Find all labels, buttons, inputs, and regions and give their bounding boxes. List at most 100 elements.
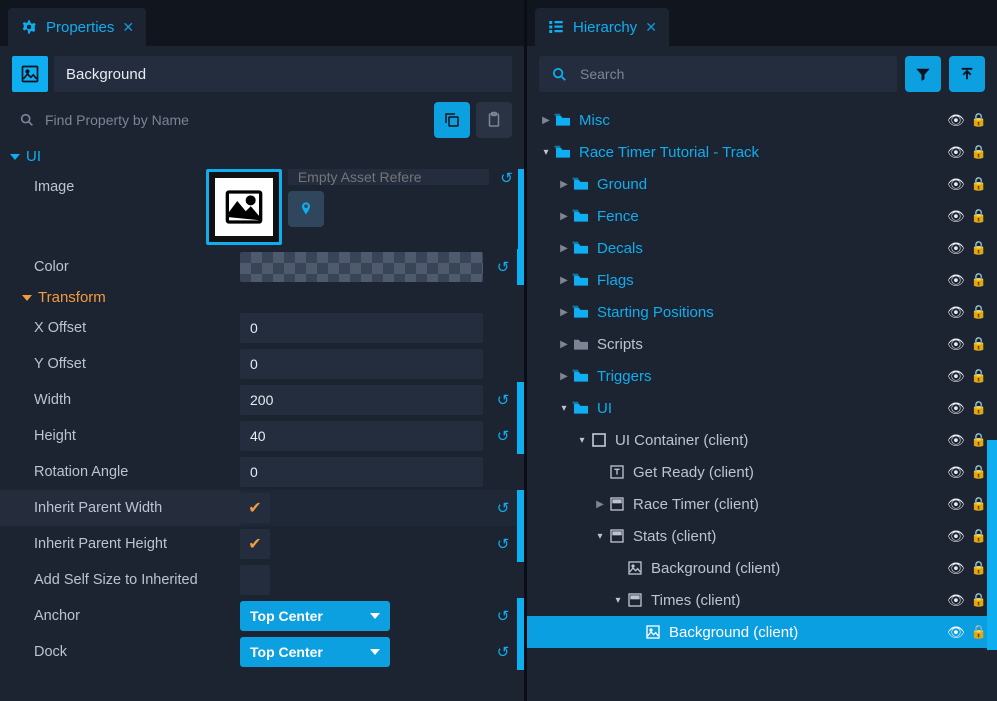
expand-toggle[interactable]: ▾ [539,147,553,158]
lock-icon[interactable]: 🔒 [971,304,987,320]
lock-icon[interactable]: 🔒 [971,464,987,480]
tree-node-selected[interactable]: ▶ Background (client) 👁🔒 [527,616,997,648]
object-type-icon[interactable] [12,56,48,92]
color-swatch[interactable] [240,252,483,282]
width-input[interactable] [240,385,483,415]
dock-dropdown[interactable]: Top Center [240,637,390,667]
x-offset-input[interactable] [240,313,483,343]
close-icon[interactable]: ✕ [645,19,657,36]
visibility-icon[interactable]: 👁 [947,528,965,545]
visibility-icon[interactable]: 👁 [947,176,965,193]
filter-button[interactable] [905,56,941,92]
expand-toggle[interactable]: ▾ [593,531,607,542]
hierarchy-tab[interactable]: Hierarchy ✕ [535,8,669,46]
reset-icon[interactable]: ↺ [489,391,517,409]
visibility-icon[interactable]: 👁 [947,560,965,577]
visibility-icon[interactable]: 👁 [947,272,965,289]
expand-toggle[interactable]: ▶ [593,499,607,510]
lock-icon[interactable]: 🔒 [971,336,987,352]
visibility-icon[interactable]: 👁 [947,240,965,257]
lock-icon[interactable]: 🔒 [971,112,987,128]
asset-reference-input[interactable] [288,169,489,185]
visibility-icon[interactable]: 👁 [947,336,965,353]
copy-button[interactable] [434,102,470,138]
visibility-icon[interactable]: 👁 [947,592,965,609]
visibility-icon[interactable]: 👁 [947,208,965,225]
hierarchy-search-input[interactable] [578,65,885,83]
expand-toggle[interactable]: ▾ [575,435,589,446]
hierarchy-search[interactable] [539,56,897,92]
reset-icon[interactable]: ↺ [489,535,517,553]
tree-node[interactable]: ▶ Starting Positions 👁🔒 [527,296,997,328]
property-search[interactable] [12,103,428,137]
lock-icon[interactable]: 🔒 [971,560,987,576]
tree-node[interactable]: ▾ Stats (client) 👁🔒 [527,520,997,552]
lock-icon[interactable]: 🔒 [971,496,987,512]
tree-node[interactable]: ▶ Get Ready (client) 👁🔒 [527,456,997,488]
expand-toggle[interactable]: ▶ [557,275,571,286]
lock-icon[interactable]: 🔒 [971,528,987,544]
anchor-dropdown[interactable]: Top Center [240,601,390,631]
paste-button[interactable] [476,102,512,138]
lock-icon[interactable]: 🔒 [971,400,987,416]
lock-icon[interactable]: 🔒 [971,624,987,640]
object-name-input[interactable] [54,56,512,92]
lock-icon[interactable]: 🔒 [971,272,987,288]
transform-section-header[interactable]: Transform [0,285,524,310]
lock-icon[interactable]: 🔒 [971,368,987,384]
reset-icon[interactable]: ↺ [489,499,517,517]
lock-icon[interactable]: 🔒 [971,592,987,608]
expand-toggle[interactable]: ▶ [557,339,571,350]
visibility-icon[interactable]: 👁 [947,112,965,129]
tree-node[interactable]: ▶ Ground 👁🔒 [527,168,997,200]
expand-toggle[interactable]: ▶ [557,243,571,254]
height-input[interactable] [240,421,483,451]
expand-toggle[interactable]: ▶ [557,307,571,318]
tree-node[interactable]: ▶ Misc 👁🔒 [527,104,997,136]
tree-node[interactable]: ▶ Scripts 👁🔒 [527,328,997,360]
tree-node[interactable]: ▶ Race Timer (client) 👁🔒 [527,488,997,520]
tree-node[interactable]: ▾ UI Container (client) 👁🔒 [527,424,997,456]
visibility-icon[interactable]: 👁 [947,624,965,641]
expand-toggle[interactable]: ▾ [611,595,625,606]
expand-toggle[interactable]: ▶ [557,179,571,190]
visibility-icon[interactable]: 👁 [947,496,965,513]
reset-icon[interactable]: ↺ [489,258,517,276]
tree-node[interactable]: ▾ UI 👁🔒 [527,392,997,424]
image-thumbnail[interactable] [206,169,282,245]
tree-node[interactable]: ▶ Background (client) 👁🔒 [527,552,997,584]
tree-node[interactable]: ▾ Times (client) 👁🔒 [527,584,997,616]
reset-icon[interactable]: ↺ [489,643,517,661]
lock-icon[interactable]: 🔒 [971,432,987,448]
lock-icon[interactable]: 🔒 [971,240,987,256]
expand-toggle[interactable]: ▶ [539,115,553,126]
tree-node[interactable]: ▶ Decals 👁🔒 [527,232,997,264]
visibility-icon[interactable]: 👁 [947,304,965,321]
lock-icon[interactable]: 🔒 [971,208,987,224]
lock-icon[interactable]: 🔒 [971,144,987,160]
expand-toggle[interactable]: ▶ [557,371,571,382]
property-search-input[interactable] [43,111,421,129]
y-offset-input[interactable] [240,349,483,379]
inherit-width-checkbox[interactable]: ✔ [240,493,270,523]
collapse-button[interactable] [949,56,985,92]
rotation-input[interactable] [240,457,483,487]
close-icon[interactable]: ✕ [122,19,134,36]
lock-icon[interactable]: 🔒 [971,176,987,192]
ui-section-header[interactable]: UI [0,144,524,169]
inherit-height-checkbox[interactable]: ✔ [240,529,270,559]
locate-asset-button[interactable] [288,191,324,227]
tree-node[interactable]: ▶ Fence 👁🔒 [527,200,997,232]
tree-node[interactable]: ▶ Triggers 👁🔒 [527,360,997,392]
tree-node[interactable]: ▾ Race Timer Tutorial - Track 👁🔒 [527,136,997,168]
visibility-icon[interactable]: 👁 [947,368,965,385]
reset-icon[interactable]: ↺ [495,169,518,187]
add-self-size-checkbox[interactable]: ✔ [240,565,270,595]
visibility-icon[interactable]: 👁 [947,432,965,449]
expand-toggle[interactable]: ▶ [557,211,571,222]
scrollbar-thumb[interactable] [987,440,997,650]
properties-tab[interactable]: Properties ✕ [8,8,146,46]
reset-icon[interactable]: ↺ [489,427,517,445]
expand-toggle[interactable]: ▾ [557,403,571,414]
visibility-icon[interactable]: 👁 [947,144,965,161]
